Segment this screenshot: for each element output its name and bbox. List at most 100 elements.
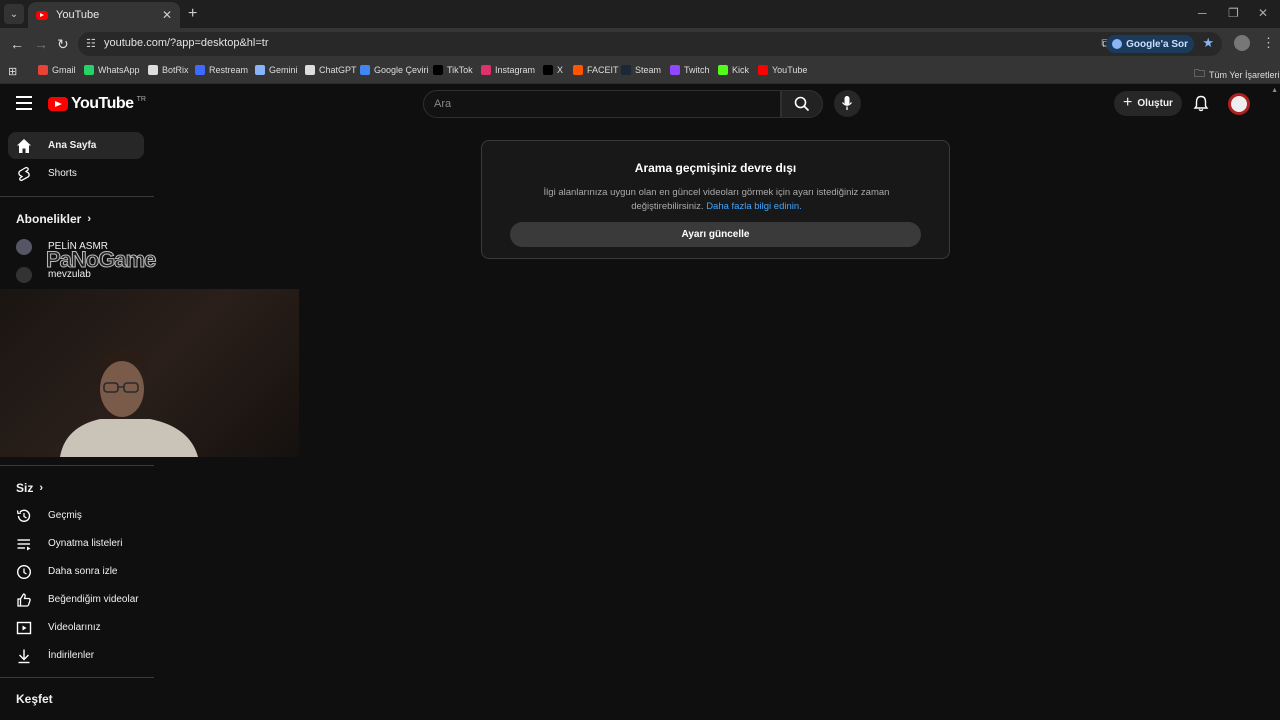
- bookmark-chatgpt[interactable]: ChatGPT: [305, 65, 357, 75]
- search-input[interactable]: Ara: [423, 90, 781, 118]
- bookmark-x[interactable]: X: [543, 65, 563, 75]
- browser-tab-youtube[interactable]: YouTube ✕: [28, 2, 180, 28]
- channel-avatar: [16, 238, 32, 255]
- bookmark-restream[interactable]: Restream: [195, 65, 248, 75]
- profile-icon[interactable]: [1234, 35, 1250, 51]
- bookmark-favicon-icon: [305, 65, 315, 75]
- bookmark-label: Twitch: [684, 65, 710, 75]
- browser-tab-strip: ⌄ YouTube ✕ + ─ ❐ ✕: [0, 0, 1280, 28]
- bookmark-botrix[interactable]: BotRix: [148, 65, 189, 75]
- bookmark-label: Gmail: [52, 65, 76, 75]
- bookmark-favicon-icon: [148, 65, 158, 75]
- ask-google-label: Google'a Sor: [1126, 38, 1188, 50]
- notifications-bell-icon[interactable]: [1193, 95, 1209, 112]
- sidebar-item-label: Shorts: [48, 168, 77, 179]
- update-setting-button[interactable]: Ayarı güncelle: [510, 222, 921, 247]
- playlist-icon: [17, 538, 31, 550]
- bookmark-instagram[interactable]: Instagram: [481, 65, 535, 75]
- reload-icon[interactable]: ↻: [57, 36, 69, 53]
- youtube-logo[interactable]: YouTube TR: [48, 95, 146, 113]
- bookmark-favicon-icon: [621, 65, 631, 75]
- sidebar-item-liked-videos[interactable]: Beğendiğim videolar: [8, 586, 144, 613]
- you-header[interactable]: Siz ›: [16, 481, 43, 495]
- chevron-right-icon: ›: [87, 213, 92, 225]
- sidebar-item-label: İndirilenler: [48, 650, 95, 661]
- video-play-icon: [16, 621, 32, 634]
- sidebar-item-label: Ana Sayfa: [48, 140, 97, 151]
- folder-icon: 🗀: [1194, 68, 1205, 80]
- browser-menu-icon[interactable]: ⋮: [1262, 35, 1275, 51]
- region-code: TR: [136, 95, 146, 103]
- sidebar-item-downloads[interactable]: İndirilenler: [8, 642, 144, 669]
- sidebar-item-your-videos[interactable]: Videolarınız: [8, 614, 144, 641]
- notice-title: Arama geçmişiniz devre dışı: [634, 161, 797, 175]
- sidebar-divider: [0, 465, 154, 466]
- hamburger-menu-icon[interactable]: [16, 96, 32, 110]
- microphone-icon: [841, 96, 853, 110]
- restore-icon[interactable]: ❐: [1228, 6, 1239, 20]
- account-avatar[interactable]: [1228, 93, 1250, 115]
- bookmark-tiktok[interactable]: TikTok: [433, 65, 473, 75]
- sidebar-item-watch-later[interactable]: Daha sonra izle: [8, 558, 144, 585]
- sidebar-divider: [0, 677, 154, 678]
- address-bar[interactable]: ☷ youtube.com/?app=desktop&hl=tr ⧉ Googl…: [78, 32, 1222, 56]
- minimize-icon[interactable]: ─: [1198, 6, 1207, 20]
- all-bookmarks-label: Tüm Yer İşaretleri: [1209, 69, 1280, 80]
- bookmark-kick[interactable]: Kick: [718, 65, 749, 75]
- sidebar-item-label: Beğendiğim videolar: [48, 594, 139, 605]
- notice-body: İlgi alanlarınıza uygun olan en güncel v…: [532, 186, 901, 214]
- channel-avatar: [16, 266, 32, 283]
- voice-search-button[interactable]: [834, 90, 861, 117]
- ask-google-button[interactable]: Google'a Sor: [1106, 35, 1194, 53]
- back-icon[interactable]: ←: [10, 36, 24, 52]
- bookmark-star-icon[interactable]: ★: [1202, 35, 1214, 51]
- home-icon: [17, 138, 31, 153]
- sidebar-item-shorts[interactable]: Shorts: [8, 160, 144, 187]
- close-tab-icon[interactable]: ✕: [162, 8, 172, 22]
- bookmark-favicon-icon: [84, 65, 94, 75]
- bookmark-favicon-icon: [255, 65, 265, 75]
- new-tab-icon[interactable]: +: [188, 5, 197, 23]
- thumbs-up-icon: [17, 592, 31, 607]
- bookmark-label: Google Çeviri: [374, 65, 429, 75]
- sidebar-item-label: Oynatma listeleri: [48, 538, 123, 549]
- bookmark-favicon-icon: [195, 65, 205, 75]
- bookmark-label: YouTube: [772, 65, 808, 75]
- tab-title: YouTube: [56, 9, 100, 21]
- bookmark-gemini[interactable]: Gemini: [255, 65, 298, 75]
- sidebar-item-home[interactable]: Ana Sayfa: [8, 132, 144, 159]
- create-button[interactable]: + Oluştur: [1114, 91, 1182, 116]
- subscriptions-header[interactable]: Abonelikler ›: [16, 212, 91, 226]
- sidebar-item-label: Videolarınız: [48, 622, 101, 633]
- sidebar-item-history[interactable]: Geçmiş: [8, 502, 144, 529]
- bookmark-label: Steam: [635, 65, 662, 75]
- bookmark-faceit[interactable]: FACEIT: [573, 65, 619, 75]
- learn-more-link[interactable]: Daha fazla bilgi edinin.: [706, 201, 802, 212]
- chevron-right-icon: ›: [39, 482, 44, 494]
- all-bookmarks-folder[interactable]: 🗀 Tüm Yer İşaretleri: [1194, 65, 1280, 84]
- tab-search-button[interactable]: ⌄: [4, 4, 24, 24]
- search-history-off-notice: Arama geçmişiniz devre dışı İlgi alanlar…: [481, 140, 950, 259]
- bookmark-twitch[interactable]: Twitch: [670, 65, 710, 75]
- bookmark-google-eviri[interactable]: Google Çeviri: [360, 65, 429, 75]
- scrollbar-up-arrow[interactable]: ▲: [1271, 87, 1278, 94]
- google-lens-icon: [1112, 39, 1123, 49]
- bookmark-youtube[interactable]: YouTube: [758, 65, 807, 75]
- apps-grid-icon[interactable]: ⊞: [8, 65, 17, 78]
- bookmark-favicon-icon: [573, 65, 583, 75]
- site-info-icon[interactable]: ☷: [86, 37, 96, 50]
- bookmark-label: Kick: [732, 65, 750, 75]
- search-button[interactable]: [781, 90, 823, 118]
- forward-icon[interactable]: →: [34, 36, 48, 52]
- shorts-icon: [18, 166, 30, 181]
- bookmark-whatsapp[interactable]: WhatsApp: [84, 65, 140, 75]
- bookmark-label: BotRix: [162, 65, 189, 75]
- bookmark-steam[interactable]: Steam: [621, 65, 661, 75]
- close-window-icon[interactable]: ✕: [1258, 6, 1268, 20]
- sidebar-item-playlists[interactable]: Oynatma listeleri: [8, 530, 144, 557]
- you-header-label: Siz: [16, 481, 34, 495]
- bookmark-gmail[interactable]: Gmail: [38, 65, 76, 75]
- bookmark-favicon-icon: [433, 65, 443, 75]
- bookmark-label: Instagram: [495, 65, 536, 75]
- bookmark-favicon-icon: [718, 65, 728, 75]
